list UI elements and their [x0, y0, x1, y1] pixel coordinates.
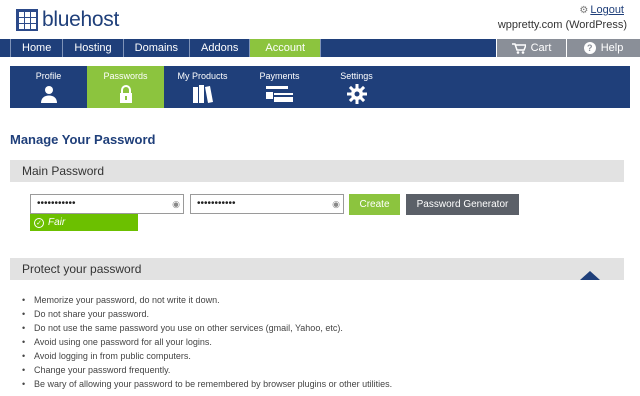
nav-addons[interactable]: Addons [190, 39, 251, 57]
cart-label: Cart [530, 42, 552, 54]
gear-icon [346, 84, 367, 104]
tab-passwords-label: Passwords [103, 71, 148, 81]
help-icon: ? [583, 42, 596, 54]
password-field[interactable]: ••••••••••• ◉ [30, 194, 184, 214]
account-subnav: Profile Passwords My Products Payments S… [10, 66, 630, 108]
main-password-header: Main Password [10, 160, 624, 182]
password-value: ••••••••••• [37, 198, 76, 209]
collapse-arrow-icon[interactable] [580, 271, 600, 280]
password-tips-list: Memorize your password, do not write it … [22, 293, 392, 391]
tip-item: Avoid using one password for all your lo… [22, 335, 392, 349]
tip-item: Do not use the same password you use on … [22, 321, 392, 335]
confirm-password-value: ••••••••••• [197, 198, 236, 209]
tab-my-products[interactable]: My Products [164, 66, 241, 108]
account-name: wppretty.com (WordPress) [497, 19, 627, 31]
books-icon [192, 84, 214, 104]
tab-profile[interactable]: Profile [10, 66, 87, 108]
confirm-password-field[interactable]: ••••••••••• ◉ [190, 194, 344, 214]
nav-account[interactable]: Account [250, 39, 322, 57]
top-navigation: Home Hosting Domains Addons Account Cart… [0, 39, 640, 57]
create-button[interactable]: Create [349, 194, 400, 215]
cart-icon [511, 42, 526, 54]
tab-payments[interactable]: Payments [241, 66, 318, 108]
help-button[interactable]: ? Help [566, 39, 640, 57]
tab-passwords[interactable]: Passwords [87, 66, 164, 108]
tab-my-products-label: My Products [177, 71, 228, 81]
check-circle-icon: ✓ [34, 217, 44, 228]
logo-grid-icon [16, 9, 38, 31]
page-title: Manage Your Password [10, 132, 156, 147]
help-label: Help [600, 42, 624, 54]
password-strength-label: Fair [48, 217, 66, 228]
show-password-icon[interactable]: ◉ [172, 197, 180, 211]
tab-profile-label: Profile [35, 71, 62, 81]
password-generator-button[interactable]: Password Generator [406, 194, 519, 215]
tab-settings[interactable]: Settings [318, 66, 395, 108]
lock-icon [119, 84, 133, 104]
bluehost-logo[interactable]: bluehost [16, 8, 119, 32]
tip-item: Be wary of allowing your password to be … [22, 377, 392, 391]
password-strength-meter: ✓ Fair [30, 214, 138, 231]
logo-text: bluehost [42, 8, 119, 31]
protect-password-header: Protect your password [10, 258, 624, 280]
tip-item: Avoid logging in from public computers. [22, 349, 392, 363]
tab-payments-label: Payments [259, 71, 300, 81]
logout-area: ⚙ Logout [579, 4, 624, 16]
tip-item: Change your password frequently. [22, 363, 392, 377]
nav-hosting[interactable]: Hosting [63, 39, 124, 57]
user-icon [40, 84, 58, 104]
tab-settings-label: Settings [340, 71, 373, 81]
tip-item: Do not share your password. [22, 307, 392, 321]
gear-icon: ⚙ [579, 4, 589, 16]
nav-home[interactable]: Home [10, 39, 64, 57]
cart-button[interactable]: Cart [496, 39, 566, 57]
tip-item: Memorize your password, do not write it … [22, 293, 392, 307]
credit-card-icon [265, 84, 294, 104]
nav-domains[interactable]: Domains [124, 39, 191, 57]
show-confirm-password-icon[interactable]: ◉ [332, 197, 340, 211]
logout-link[interactable]: Logout [590, 4, 624, 16]
